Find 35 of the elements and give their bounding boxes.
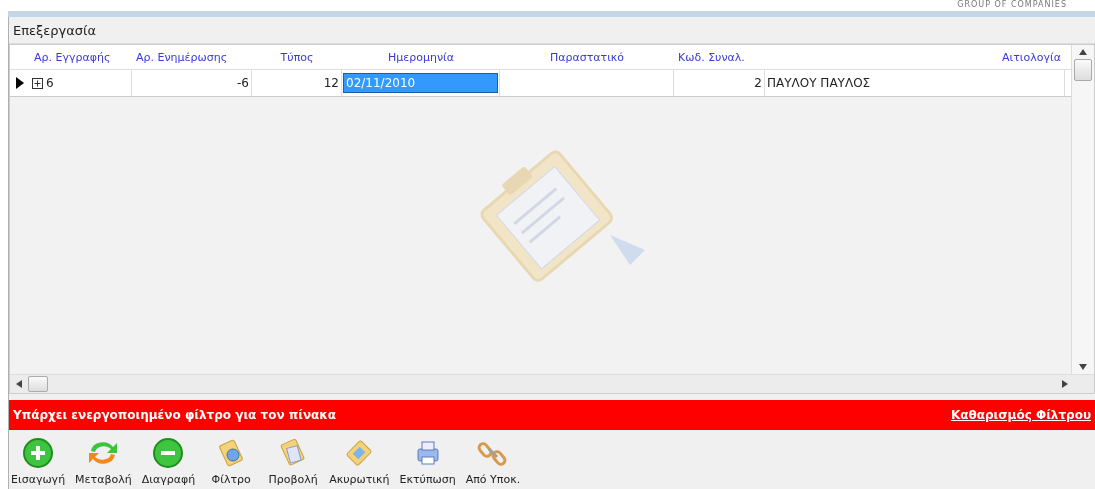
scroll-down-arrow-icon[interactable] [1079, 364, 1087, 370]
toolbar-button[interactable]: Διαγραφή [139, 433, 198, 489]
toolbar-button[interactable]: Ακυρωτική [327, 433, 392, 489]
toolbar-button[interactable]: Φίλτρο [203, 433, 260, 489]
column-header[interactable]: Κωδ. Συναλ. [674, 45, 765, 69]
plus-icon [22, 437, 55, 469]
column-header[interactable]: Τύπος [252, 45, 342, 69]
table-cell: 12 [323, 76, 339, 90]
column-header[interactable]: Αρ. Εγγραφής [30, 45, 132, 69]
scroll-thumb[interactable] [1074, 59, 1092, 81]
filter-warning-text: Υπάρχει ενεργοποιημένο φίλτρο για τον πίνακα [13, 408, 337, 422]
table-cell: -6 [237, 76, 249, 90]
column-header[interactable]: Αρ. Ενημέρωσης [132, 45, 252, 69]
scroll-right-arrow-icon[interactable] [1062, 380, 1068, 388]
company-tagline: GROUP OF COMPANIES [957, 0, 1067, 11]
horizontal-scrollbar[interactable] [10, 374, 1094, 393]
expand-icon[interactable] [32, 77, 43, 89]
table-cell: ΠΑΥΛΟΥ ΠΑΥΛΟΣ [767, 76, 871, 90]
column-header[interactable]: Παραστατικό [500, 45, 674, 69]
column-header[interactable]: Ημερομηνία [342, 45, 500, 69]
minus-icon [152, 437, 185, 469]
toolbar-button[interactable]: Από Υποκ. [463, 433, 523, 489]
toolbar-button[interactable]: Μεταβολή [73, 433, 134, 489]
scroll-thumb[interactable] [28, 376, 48, 392]
column-header[interactable]: Αιτιολογία [765, 45, 1065, 69]
table-cell: 02/11/2010 [344, 74, 497, 92]
vertical-scrollbar[interactable] [1071, 45, 1094, 374]
scroll-up-arrow-icon[interactable] [1079, 49, 1087, 55]
table-cell: 6 [46, 76, 54, 90]
table-cell: 2 [754, 76, 762, 90]
clear-filter-link[interactable]: Καθαρισμός Φίλτρου [950, 408, 1091, 422]
scroll-left-arrow-icon[interactable] [16, 380, 22, 388]
toolbar-button[interactable]: Εισαγωγή [9, 433, 68, 489]
toolbar-button[interactable]: Προβολή [265, 433, 322, 489]
toolbar-button[interactable]: Εκτύπωση [397, 433, 458, 489]
